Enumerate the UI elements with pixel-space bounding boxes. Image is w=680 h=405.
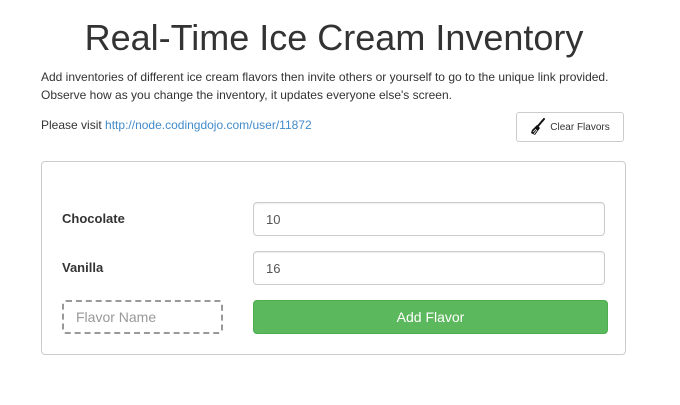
flavor-label-chocolate: Chocolate <box>62 211 125 226</box>
quantity-input-vanilla[interactable] <box>253 251 605 285</box>
visit-line: Please visit http://node.codingdojo.com/… <box>41 117 312 133</box>
broom-icon <box>531 118 546 135</box>
flavor-name-input[interactable] <box>62 300 223 334</box>
page-title: Real-Time Ice Cream Inventory <box>84 17 584 58</box>
flavor-label-vanilla: Vanilla <box>62 260 104 275</box>
intro-line-1: Add inventories of different ice cream f… <box>41 70 609 84</box>
intro-line-2: Observe how as you change the inventory,… <box>41 88 452 102</box>
clear-flavors-label: Clear Flavors <box>550 121 610 133</box>
quantity-input-chocolate[interactable] <box>253 202 605 236</box>
visit-prefix: Please visit <box>41 118 102 132</box>
add-flavor-button[interactable]: Add Flavor <box>253 300 608 334</box>
page: Real-Time Ice Cream Inventory Add invent… <box>0 0 680 405</box>
intro-text: Add inventories of different ice cream f… <box>41 68 641 104</box>
user-link[interactable]: http://node.codingdojo.com/user/11872 <box>105 118 312 132</box>
clear-flavors-button[interactable]: Clear Flavors <box>516 112 624 142</box>
